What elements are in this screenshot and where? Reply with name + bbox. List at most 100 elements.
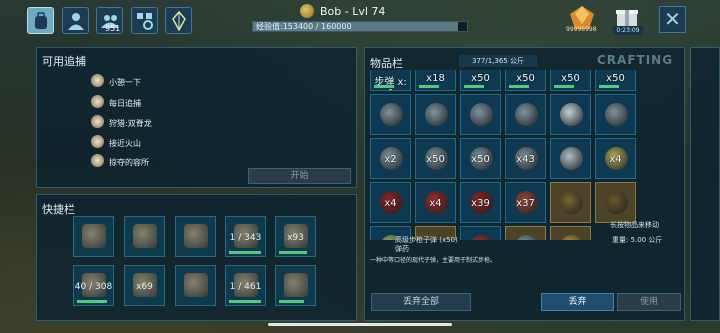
machete-icon [184, 273, 208, 297]
slot-qty: x43 [516, 154, 535, 165]
inventory-slot[interactable] [550, 226, 591, 240]
use-button[interactable]: 使用 [617, 293, 681, 311]
inventory-slot[interactable]: x50 [505, 70, 546, 91]
creature-icon [560, 191, 583, 214]
helmet-icon [560, 147, 583, 170]
inventory-slot[interactable]: x50 [595, 70, 636, 91]
tracking-item[interactable]: 接近火山 [91, 135, 141, 149]
hotbar-qty: x69 [136, 282, 153, 292]
daily-icon [91, 95, 104, 108]
inventory-title[interactable]: 物品栏 [370, 55, 403, 71]
inventory-slot[interactable]: x4 [415, 182, 456, 223]
inventory-slot[interactable]: x9 [460, 226, 501, 240]
durability-bar [599, 85, 619, 88]
home-indicator [268, 323, 452, 326]
inventory-slot[interactable]: x4 [595, 138, 636, 179]
slot-qty: x2 [384, 154, 397, 165]
inventory-slot[interactable] [550, 138, 591, 179]
inventory-slot[interactable]: x50 [550, 70, 591, 91]
hotbar-slot[interactable] [175, 216, 216, 257]
inventory-slot[interactable] [505, 226, 546, 240]
inventory-slot[interactable] [460, 94, 501, 135]
inventory-slot[interactable]: x43 [505, 138, 546, 179]
volcano-icon [91, 135, 104, 148]
xp-text: 经验值:153400 / 160000 [256, 22, 352, 31]
inventory-slot[interactable]: x39 [460, 182, 501, 223]
durability-bar [554, 85, 574, 88]
drop-all-button[interactable]: 丢弃全部 [371, 293, 471, 311]
crafting-tab[interactable]: CRAFTING [597, 53, 673, 67]
gold-ore-icon [560, 235, 583, 240]
scope-icon [184, 224, 208, 248]
hand-icon [82, 224, 106, 248]
close-button[interactable]: ✕ [659, 6, 686, 33]
inventory-slot[interactable] [505, 94, 546, 135]
durability-bar [229, 251, 261, 254]
durability-bar [509, 85, 529, 88]
inventory-slot[interactable] [550, 182, 591, 223]
person-icon [68, 13, 84, 30]
hotbar-slot[interactable]: x93 [275, 216, 316, 257]
gear-grid-icon [137, 13, 153, 30]
inventory-slot[interactable]: x2 [370, 138, 411, 179]
hotbar-slot[interactable] [275, 265, 316, 306]
backpack-icon [35, 12, 47, 29]
hotbar-slot[interactable]: x69 [124, 265, 165, 306]
inventory-slot[interactable]: 步弹 x: 0 [370, 70, 411, 91]
inventory-slot[interactable]: x37 [505, 182, 546, 223]
hotbar-qty: 40 / 308 [74, 282, 113, 292]
tracking-item[interactable]: 狩猎:双脊龙 [91, 115, 152, 129]
inventory-slot[interactable] [595, 182, 636, 223]
hotbar-slot[interactable] [73, 216, 114, 257]
hotbar-slot[interactable]: 1 / 343 [225, 216, 266, 257]
slot-qty: x39 [471, 198, 490, 209]
creature2-icon [605, 191, 628, 214]
inventory-slot[interactable]: x50 [415, 138, 456, 179]
hotbar-qty: 1 / 461 [229, 282, 262, 292]
durability-bar [229, 300, 261, 303]
inventory-slot[interactable]: x18 [415, 70, 456, 91]
item-weight: 重量: 5.00 公斤 [612, 236, 663, 244]
hotbar-slot[interactable]: 40 / 308 [73, 265, 114, 306]
hotbar-qty: 1 / 343 [229, 233, 262, 243]
crystal-icon [172, 11, 186, 31]
dino-icon [91, 115, 104, 128]
durability-bar [374, 85, 394, 88]
ammo-box-icon [515, 235, 538, 240]
inventory-slot[interactable]: x4 [370, 182, 411, 223]
tracking-item[interactable]: 掠夺的容所 [91, 154, 149, 168]
side-panel [690, 47, 720, 321]
slot-qty: x50 [516, 73, 535, 84]
inventory-slot[interactable] [415, 94, 456, 135]
gift-icon[interactable] [614, 5, 640, 27]
hotbar-slot[interactable] [124, 216, 165, 257]
tracking-item[interactable]: 每日追捕 [91, 95, 141, 109]
hotbar-title: 快捷栏 [42, 203, 75, 216]
mask-icon [560, 103, 583, 126]
inventory-slot[interactable] [370, 94, 411, 135]
item-description: 一种中等口径的现代子弹，主要用于制式步枪。 [370, 257, 497, 264]
map-tab-button[interactable] [165, 7, 192, 34]
inventory-slot[interactable] [595, 94, 636, 135]
close-icon: ✕ [664, 7, 681, 31]
durability-bar [77, 300, 107, 303]
settings-tab-button[interactable] [131, 7, 158, 34]
slot-qty: x50 [471, 73, 490, 84]
hotbar-slot[interactable] [175, 265, 216, 306]
start-button[interactable]: 开始 [248, 168, 351, 184]
inventory-slot[interactable]: x50 [460, 70, 501, 91]
inventory-tab-button[interactable] [27, 7, 54, 34]
inventory-slot[interactable] [550, 94, 591, 135]
weight-indicator: 377/1,365 公斤 [459, 55, 537, 67]
knife-icon [425, 103, 448, 126]
meat-icon [605, 103, 628, 126]
durability-bar [419, 85, 439, 88]
drop-button[interactable]: 丢弃 [541, 293, 614, 311]
inventory-slot[interactable]: x50 [460, 138, 501, 179]
steak-icon [470, 235, 493, 240]
character-tab-button[interactable] [62, 7, 89, 34]
chest-icon [91, 154, 104, 167]
hotbar-slot[interactable]: 1 / 461 [225, 265, 266, 306]
tracking-item[interactable]: 小憩一下 [91, 74, 141, 88]
notification-count: 951 [105, 24, 121, 33]
